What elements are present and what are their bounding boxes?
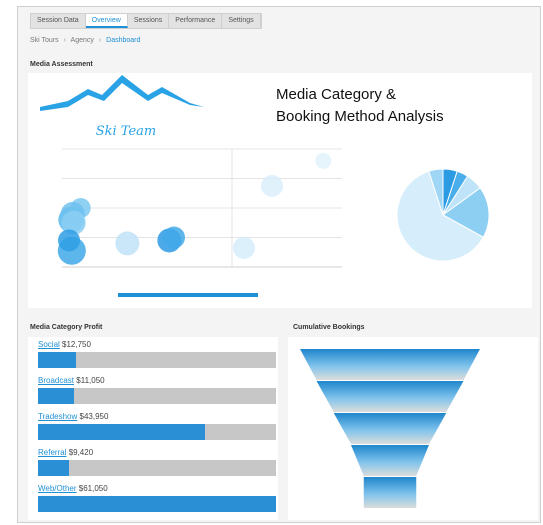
breadcrumb-item[interactable]: Ski Tours — [30, 37, 59, 44]
profit-bar — [38, 424, 205, 440]
funnel-segment — [300, 349, 480, 380]
funnel-segment — [351, 445, 429, 476]
media-bubble-chart — [57, 148, 342, 297]
profit-label: Tradeshow $43,950 — [38, 411, 276, 422]
tab-performance[interactable]: Performance — [169, 14, 223, 28]
profit-name-link[interactable]: Referral — [38, 448, 66, 457]
profit-name-link[interactable]: Broadcast — [38, 376, 74, 385]
profit-label: Broadcast $11,050 — [38, 375, 276, 386]
breadcrumb-separator: › — [98, 37, 102, 44]
breadcrumb-separator: › — [63, 37, 66, 44]
booking-method-pie-chart — [396, 168, 490, 262]
mountain-icon — [40, 75, 204, 111]
section-title-profit: Media Category Profit — [30, 324, 103, 331]
profit-amount: $11,050 — [76, 376, 105, 385]
funnel-segment — [363, 477, 417, 508]
profit-amount: $9,420 — [68, 448, 94, 457]
profit-name-link[interactable]: Web/Other — [38, 484, 77, 493]
profit-amount: $43,950 — [79, 412, 109, 421]
bubble — [58, 229, 80, 252]
tab-sessions[interactable]: Sessions — [128, 14, 170, 28]
bookings-funnel-chart — [300, 349, 480, 508]
funnel-segment — [333, 413, 447, 444]
profit-track — [38, 460, 276, 476]
profit-name-link[interactable]: Tradeshow — [38, 412, 77, 421]
profit-label: Social $12,750 — [38, 339, 276, 350]
tab-session-data[interactable]: Session Data — [31, 14, 86, 28]
profit-label: Web/Other $61,050 — [38, 483, 276, 494]
bubble — [315, 152, 332, 169]
profit-name-link[interactable]: Social — [38, 340, 60, 349]
media-profit-panel: Social $12,750 Broadcast $11,050 Tradesh… — [28, 337, 278, 520]
profit-track — [38, 496, 276, 512]
profit-bar — [38, 496, 276, 512]
bubble — [163, 226, 185, 249]
breadcrumb-item[interactable]: Agency — [71, 37, 94, 44]
profit-row-referral: Referral $9,420 — [38, 447, 276, 476]
chart-legend-bar — [118, 293, 258, 297]
profit-row-social: Social $12,750 — [38, 339, 276, 368]
profit-track — [38, 424, 276, 440]
profit-track — [38, 388, 276, 404]
bubble — [115, 231, 140, 256]
profit-row-tradeshow: Tradeshow $43,950 — [38, 411, 276, 440]
breadcrumb-item[interactable]: Dashboard — [106, 37, 140, 44]
page-title-line2: Booking Method Analysis — [276, 108, 444, 125]
profit-row-broadcast: Broadcast $11,050 — [38, 375, 276, 404]
bookings-funnel-panel — [288, 337, 538, 520]
profit-bar — [38, 388, 74, 404]
profit-bar — [38, 352, 77, 368]
profit-amount: $12,750 — [62, 340, 91, 349]
bubble — [233, 236, 255, 259]
tab-overview[interactable]: Overview — [85, 14, 128, 28]
section-title-media: Media Assessment — [30, 61, 93, 68]
tab-bar: Session Data Overview Sessions Performan… — [30, 13, 262, 29]
profit-amount: $61,050 — [78, 484, 108, 493]
page-title-line1: Media Category & — [276, 86, 397, 103]
logo-text: Ski Team — [96, 124, 157, 139]
funnel-segment — [316, 381, 464, 412]
profit-bar — [38, 460, 69, 476]
section-title-funnel: Cumulative Bookings — [293, 324, 365, 331]
bubble — [261, 174, 283, 197]
profit-row-web-other: Web/Other $61,050 — [38, 483, 276, 512]
media-analysis-panel: Ski Team Media Category & Booking Method… — [28, 73, 532, 308]
profit-label: Referral $9,420 — [38, 447, 276, 458]
tab-settings[interactable]: Settings — [222, 14, 261, 28]
breadcrumb: Ski Tours › Agency › Dashboard — [30, 37, 140, 44]
profit-track — [38, 352, 276, 368]
dashboard-window: Session Data Overview Sessions Performan… — [17, 6, 541, 523]
ski-team-logo: Ski Team — [40, 75, 204, 139]
